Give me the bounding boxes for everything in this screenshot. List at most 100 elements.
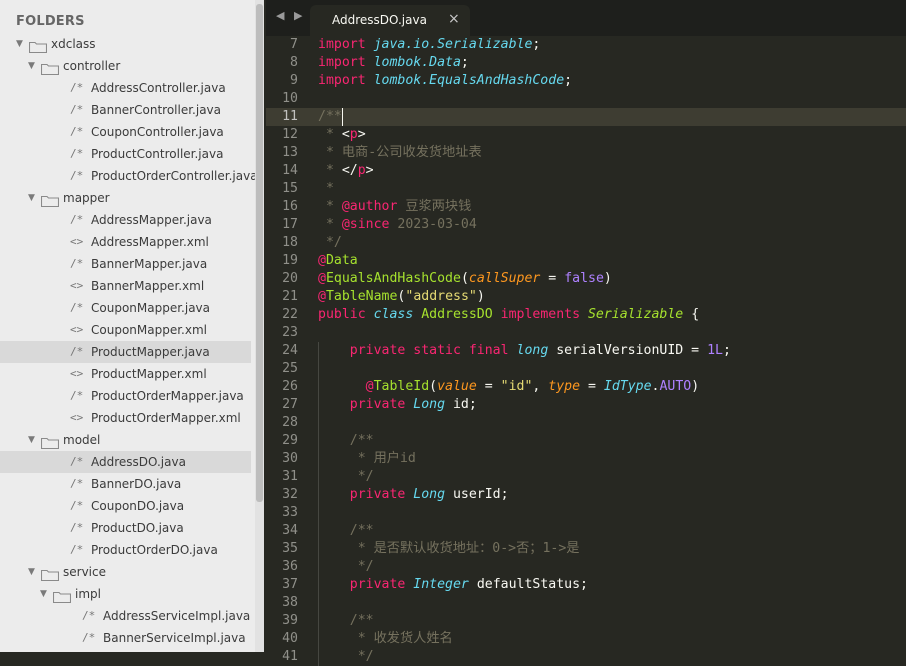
tree-file[interactable]: <> BannerMapper.xml [0, 275, 251, 297]
code-line[interactable]: 10 [266, 90, 906, 108]
tree-file[interactable]: /* AddressController.java [0, 77, 251, 99]
tree-file[interactable]: /* ProductOrderDO.java [0, 539, 251, 561]
tree-file[interactable]: /* BannerDO.java [0, 473, 251, 495]
tree-folder[interactable]: ▼ service [0, 561, 251, 583]
disclosure-open-icon[interactable]: ▼ [40, 583, 47, 605]
code-area[interactable]: 7 import java.io.Serializable; 8 import lom… [266, 36, 906, 666]
code-token: final [468, 343, 517, 358]
code-line[interactable]: 41 */ [266, 648, 906, 666]
tab-nav-arrows-icon[interactable]: ◀ ▶ [276, 9, 305, 22]
code-line[interactable]: 35 * 是否默认收货地址：0->否；1->是 [266, 540, 906, 558]
code-line[interactable]: 22 public class AddressDO implements Seri… [266, 306, 906, 324]
disclosure-open-icon[interactable]: ▼ [16, 33, 23, 55]
code-line[interactable]: 24 private static final long serialVersi… [266, 342, 906, 360]
sidebar-scrollbar[interactable] [255, 0, 264, 652]
java-file-icon: /* [70, 389, 84, 402]
code-line[interactable]: 38 [266, 594, 906, 612]
code-token: @author [341, 199, 398, 214]
code-line[interactable]: 9 import lombok.EqualsAndHashCode; [266, 72, 906, 90]
code-line[interactable]: 19 @Data [266, 252, 906, 270]
tree-file[interactable]: <> CouponMapper.xml [0, 319, 251, 341]
line-number: 11 [282, 109, 298, 124]
code-line[interactable]: 13 * 电商-公司收发货地址表 [266, 144, 906, 162]
tree-file[interactable]: /* ProductOrderMapper.java [0, 385, 251, 407]
tree-folder[interactable]: ▼ model [0, 429, 251, 451]
tree-file[interactable]: <> ProductOrderMapper.xml [0, 407, 251, 429]
code-line[interactable]: 12 * <p> [266, 126, 906, 144]
code-line[interactable]: 39 /** [266, 612, 906, 630]
tree-folder[interactable]: ▼ mapper [0, 187, 251, 209]
tree-folder-label: service [63, 565, 106, 579]
tree-file[interactable]: <> AddressMapper.xml [0, 231, 251, 253]
disclosure-open-icon[interactable]: ▼ [28, 187, 35, 209]
tree-folder[interactable]: ▼ impl [0, 583, 251, 605]
tab-addressdo[interactable]: AddressDO.java × [310, 5, 470, 36]
tree-file[interactable]: /* ProductController.java [0, 143, 251, 165]
tree-file[interactable]: /* CouponDO.java [0, 495, 251, 517]
line-number: 37 [282, 577, 298, 592]
disclosure-open-icon[interactable]: ▼ [28, 55, 35, 77]
code-line[interactable]: 40 * 收发货人姓名 [266, 630, 906, 648]
close-icon[interactable]: × [448, 11, 460, 27]
code-line[interactable]: 17 * @since 2023-03-04 [266, 216, 906, 234]
code-line[interactable]: 18 */ [266, 234, 906, 252]
code-line[interactable]: 32 private Long userId; [266, 486, 906, 504]
line-number: 9 [290, 73, 298, 88]
tree-file[interactable]: /* BannerMapper.java [0, 253, 251, 275]
code-line[interactable]: 11 /** [266, 108, 906, 126]
tree-file[interactable]: /* BannerServiceImpl.java [0, 627, 251, 649]
code-line[interactable]: 16 * @author 豆浆两块钱 [266, 198, 906, 216]
tree-file-label: AddressServiceImpl.java [103, 609, 251, 623]
tree-file[interactable]: /* ProductDO.java [0, 517, 251, 539]
code-line[interactable]: 23 [266, 324, 906, 342]
code-line[interactable]: 20 @EqualsAndHashCode(callSuper = false) [266, 270, 906, 288]
code-line[interactable]: 37 private Integer defaultStatus; [266, 576, 906, 594]
line-number: 18 [282, 235, 298, 250]
code-line[interactable]: 36 */ [266, 558, 906, 576]
code-line[interactable]: 25 [266, 360, 906, 378]
tree-file-label: AddressDO.java [91, 455, 186, 469]
code-token: lombok. [373, 73, 430, 88]
line-number: 22 [282, 307, 298, 322]
code-token: ; [564, 73, 573, 88]
code-text: * <p> [318, 126, 366, 144]
code-line[interactable]: 27 private Long id; [266, 396, 906, 414]
tree-folder[interactable]: ▼ xdclass [0, 33, 251, 55]
code-token: @ [318, 253, 326, 268]
code-line[interactable]: 31 */ [266, 468, 906, 486]
code-line[interactable]: 26 @TableId(value = "id", type = IdType.… [266, 378, 906, 396]
sidebar-scroll-thumb[interactable] [256, 4, 263, 502]
code-line[interactable]: 14 * </p> [266, 162, 906, 180]
code-token: import [318, 55, 374, 70]
tree-file[interactable]: /* CouponMapper.java [0, 297, 251, 319]
code-line[interactable]: 21 @TableName("address") [266, 288, 906, 306]
tree-file[interactable]: <> ProductMapper.xml [0, 363, 251, 385]
tree-file[interactable]: /* CouponController.java [0, 121, 251, 143]
disclosure-open-icon[interactable]: ▼ [28, 429, 35, 451]
tree-file[interactable]: /* AddressDO.java [0, 451, 251, 473]
code-token: EqualsAndHashCode [325, 271, 461, 286]
tree-file[interactable]: /* BannerController.java [0, 99, 251, 121]
tree-file[interactable]: /* ProductOrderController.java [0, 165, 258, 187]
code-line[interactable]: 33 [266, 504, 906, 522]
tree-file[interactable]: /* ProductMapper.java [0, 341, 251, 363]
line-number: 35 [282, 541, 298, 556]
code-line[interactable]: 7 import java.io.Serializable; [266, 36, 906, 54]
java-file-icon: /* [70, 345, 84, 358]
code-line[interactable]: 34 /** [266, 522, 906, 540]
tree-folder[interactable]: ▼ controller [0, 55, 251, 77]
code-token: = [580, 379, 604, 394]
indent-guide [318, 504, 319, 522]
code-line[interactable]: 30 * 用户id [266, 450, 906, 468]
tree-file[interactable]: /* AddressServiceImpl.java [0, 605, 251, 627]
code-line[interactable]: 15 * [266, 180, 906, 198]
tree-file[interactable]: /* AddressMapper.java [0, 209, 251, 231]
code-line[interactable]: 29 /** [266, 432, 906, 450]
code-text: private Long userId; [318, 486, 509, 504]
code-line[interactable]: 28 [266, 414, 906, 432]
code-line[interactable]: 8 import lombok.Data; [266, 54, 906, 72]
code-token: </ [341, 163, 358, 178]
code-token: 2023-03-04 [389, 217, 477, 232]
disclosure-open-icon[interactable]: ▼ [28, 561, 35, 583]
code-text: private Long id; [318, 396, 477, 414]
